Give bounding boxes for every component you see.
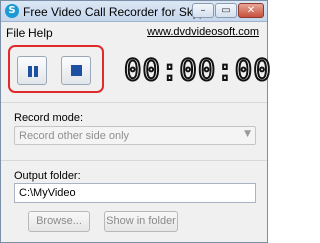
- record-mode-label: Record mode:: [14, 112, 84, 124]
- browse-button[interactable]: Browse...: [28, 211, 90, 232]
- output-folder-value: C:\MyVideo: [19, 187, 76, 199]
- show-in-folder-button[interactable]: Show in folder: [104, 211, 178, 232]
- divider: [1, 102, 267, 103]
- stop-icon: [71, 65, 82, 76]
- record-mode-select[interactable]: Record other side only ▼: [14, 126, 256, 145]
- close-button[interactable]: ✕: [238, 3, 264, 18]
- divider: [1, 160, 267, 161]
- pause-button[interactable]: [17, 56, 47, 85]
- skype-app-icon: S: [5, 4, 19, 18]
- record-mode-value: Record other side only: [19, 130, 130, 142]
- close-icon: ✕: [246, 5, 256, 16]
- output-folder-label: Output folder:: [14, 170, 81, 182]
- window-controls: – ▭ ✕: [192, 3, 264, 18]
- app-window: S Free Video Call Recorder for Skype ...…: [0, 0, 272, 243]
- menu-bar: File Help www.dvdvideosoft.com: [1, 23, 267, 41]
- output-folder-input[interactable]: C:\MyVideo: [14, 183, 256, 203]
- minimize-icon: –: [200, 5, 206, 16]
- website-link[interactable]: www.dvdvideosoft.com: [147, 26, 259, 38]
- chevron-down-icon: ▼: [244, 129, 251, 139]
- maximize-icon: ▭: [221, 5, 231, 16]
- stop-button[interactable]: [61, 56, 91, 85]
- recording-timer: 00:00:00: [123, 52, 272, 88]
- title-bar[interactable]: S Free Video Call Recorder for Skype ...…: [1, 1, 267, 22]
- menu-help[interactable]: Help: [28, 26, 53, 40]
- recording-controls-highlight: [8, 45, 104, 93]
- menu-file[interactable]: File: [6, 26, 25, 40]
- minimize-button[interactable]: –: [192, 3, 214, 18]
- timer-value: 00:00:00: [123, 52, 272, 88]
- maximize-button[interactable]: ▭: [215, 3, 237, 18]
